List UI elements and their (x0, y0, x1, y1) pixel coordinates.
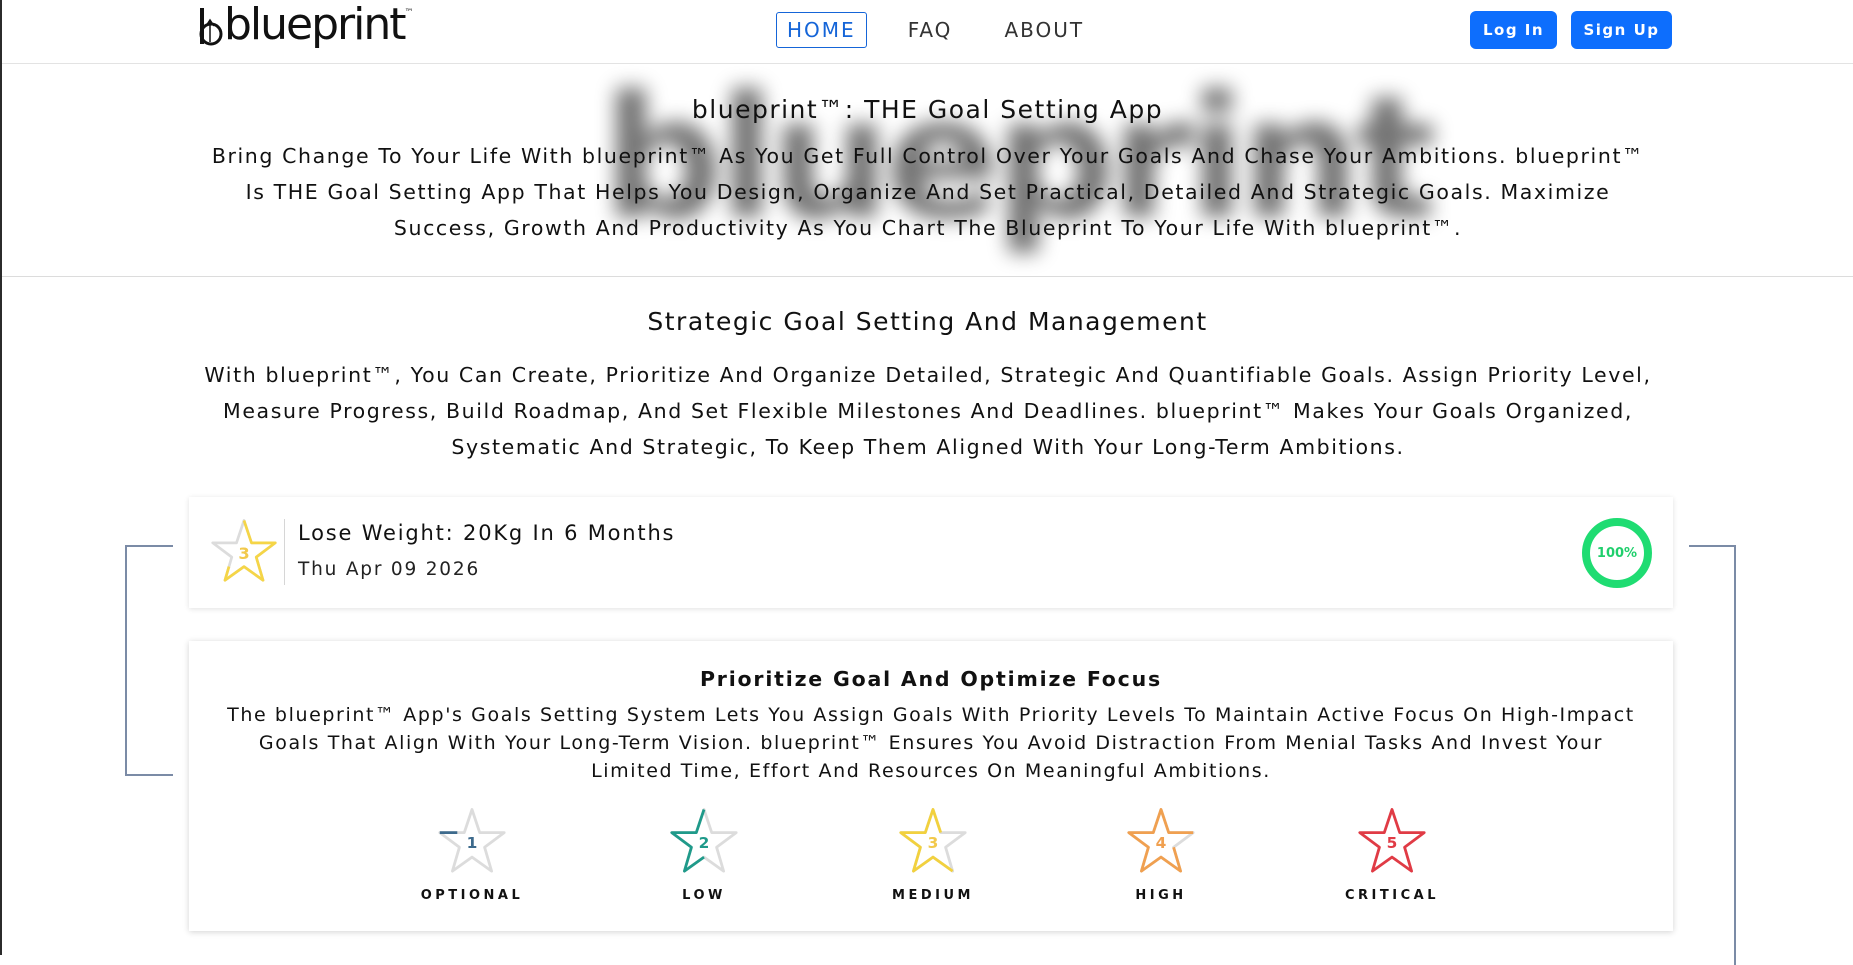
star-icon: 1 (438, 808, 506, 873)
logo-text: blueprint (224, 0, 406, 50)
priority-feature-card: Prioritize Goal And Optimize Focus The b… (189, 641, 1673, 931)
svg-text:2: 2 (699, 834, 710, 852)
priority-level-high: 4 HIGH (1091, 806, 1231, 903)
priority-star-icon: 3 (211, 519, 277, 582)
goal-progress-label: 100% (1596, 545, 1638, 561)
top-navbar: blueprint ™ HOME FAQ ABOUT Log In Sign U… (2, 0, 1853, 64)
priority-level-label: LOW (682, 888, 726, 903)
priority-level-label: CRITICAL (1345, 888, 1439, 903)
priority-card-title: Prioritize Goal And Optimize Focus (699, 667, 1163, 691)
decorative-bracket-right (1689, 545, 1736, 965)
priority-level-medium: 3 MEDIUM (863, 806, 1003, 903)
svg-text:4: 4 (1156, 834, 1167, 852)
hero-section: blueprint blueprint™: THE Goal Setting A… (2, 64, 1853, 277)
priority-card-description: The blueprint™ App's Goals Setting Syste… (227, 704, 1635, 782)
priority-level-low: 2 LOW (634, 806, 774, 903)
hero-title: blueprint™: THE Goal Setting App (691, 95, 1164, 124)
signup-button[interactable]: Sign Up (1571, 11, 1672, 49)
goal-deadline: Thu Apr 09 2026 (298, 559, 481, 580)
svg-text:1: 1 (467, 834, 478, 852)
star-icon: 3 (899, 808, 967, 873)
nav-link-home[interactable]: HOME (776, 12, 867, 48)
star-icon: 2 (670, 808, 738, 873)
section-description: With blueprint™, You Can Create, Priorit… (204, 363, 1652, 459)
nav-link-about[interactable]: ABOUT (993, 12, 1095, 48)
star-icon: 4 (1127, 808, 1195, 873)
goal-title: Lose Weight: 20Kg In 6 Months (298, 521, 676, 545)
login-button[interactable]: Log In (1470, 11, 1557, 49)
priority-level-label: MEDIUM (892, 888, 974, 903)
hero-description: Bring Change To Your Life With blueprint… (211, 144, 1645, 240)
goal-priority-number: 3 (238, 544, 249, 563)
priority-level-label: HIGH (1135, 888, 1187, 903)
priority-level-critical: 5 CRITICAL (1322, 806, 1462, 903)
decorative-bracket-left (125, 545, 173, 776)
priority-level-optional: 1 OPTIONAL (402, 806, 542, 903)
nav-link-faq[interactable]: FAQ (897, 12, 964, 48)
goal-divider (284, 519, 285, 585)
star-icon: 5 (1358, 808, 1426, 873)
brand-logo[interactable]: blueprint ™ (196, 2, 414, 48)
svg-text:5: 5 (1387, 834, 1398, 852)
nav-links: HOME FAQ ABOUT (776, 12, 1125, 48)
svg-text:3: 3 (928, 834, 939, 852)
goal-card[interactable]: 3 Lose Weight: 20Kg In 6 Months Thu Apr … (189, 497, 1673, 608)
section-title: Strategic Goal Setting And Management (647, 307, 1208, 336)
blueprint-logo-icon (199, 8, 223, 46)
priority-level-label: OPTIONAL (420, 888, 524, 903)
logo-trademark: ™ (404, 8, 414, 18)
